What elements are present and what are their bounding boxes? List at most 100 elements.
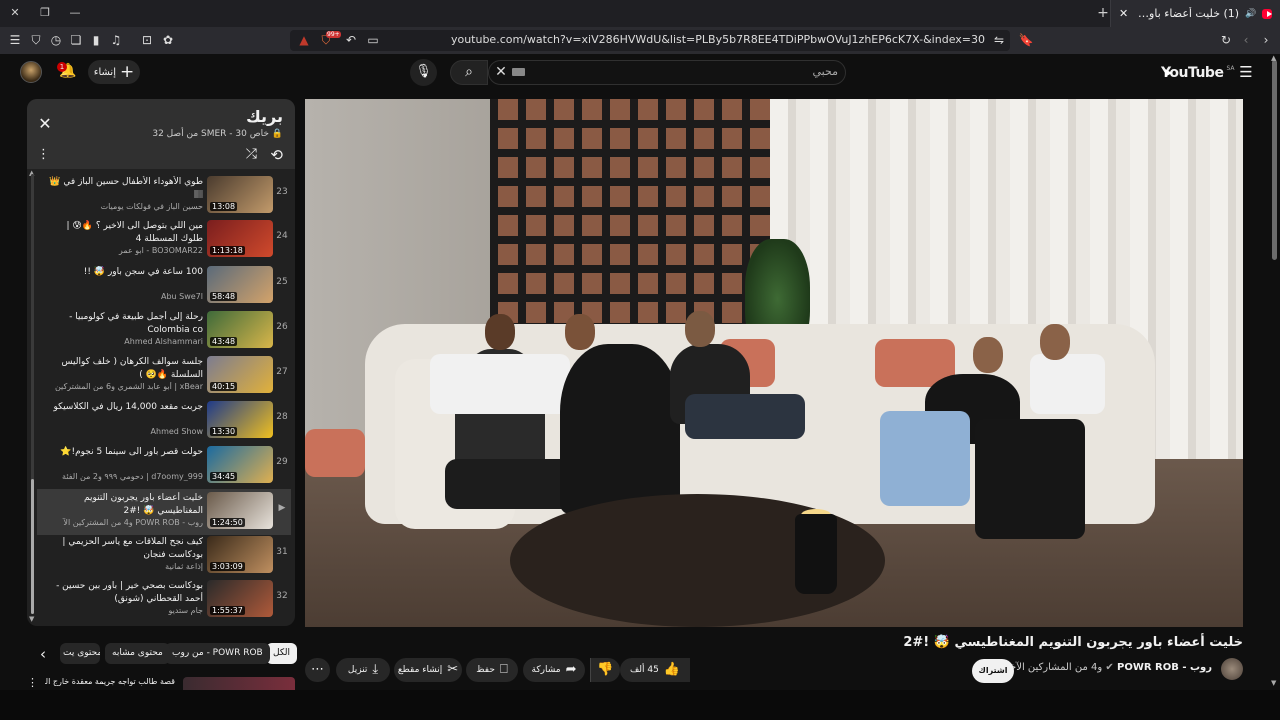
video-player[interactable]: [305, 99, 1243, 627]
dislike-button[interactable]: 👎: [590, 658, 620, 682]
subscribe-button[interactable]: اشتراك: [972, 659, 1014, 683]
playlist-item[interactable]: 29 34:45 حولت قصر باور الى سينما 5 نجوم!⭐ d…: [37, 443, 291, 489]
chip-from-channel[interactable]: من روب - POWR ROB: [165, 643, 270, 664]
account-avatar[interactable]: [20, 61, 42, 83]
playlist-item[interactable]: 28 13:30 جربت مقعد 14,000 ريال في الكلاسيك…: [37, 398, 291, 444]
video-frame-head: [1040, 324, 1070, 360]
audio-icon[interactable]: 🔊: [1245, 9, 1256, 19]
youtube-favicon-icon: [1262, 8, 1272, 19]
playlist-item-channel: روب - POWR ROB و4 من المشتركين الآ: [63, 518, 203, 527]
search-button[interactable]: ⌕: [450, 60, 488, 85]
history-icon[interactable]: ◷: [48, 32, 64, 48]
playlist-item-thumbnail[interactable]: 1:55:37: [207, 580, 273, 617]
page-scrollbar[interactable]: [1272, 60, 1277, 260]
playlist-item[interactable]: 25 58:48 100 ساعة في سجن باور 🤯 !! Abu Swe7…: [37, 263, 291, 309]
loop-icon[interactable]: ⟲: [270, 146, 283, 164]
guide-menu-icon[interactable]: ☰: [1238, 64, 1254, 80]
shuffle-icon[interactable]: ⤮: [246, 146, 257, 162]
bookmark-icon[interactable]: 🔖: [1018, 32, 1034, 48]
playlist-item-thumbnail[interactable]: 34:45: [207, 446, 273, 483]
playlist-scroll-thumb[interactable]: [31, 479, 34, 614]
playlist-item-channel: Ahmed Show: [150, 427, 203, 436]
keyboard-icon[interactable]: [512, 68, 525, 76]
playlist-item-title: 100 ساعة في سجن باور 🤯 !!: [83, 267, 203, 277]
vpn-icon[interactable]: ▲: [296, 32, 312, 48]
playlist-item-thumbnail[interactable]: 43:48: [207, 311, 273, 348]
playlist-item[interactable]: 31 3:03:09 كيف نجح الملاقات مع ياسر الحزيم…: [37, 533, 291, 579]
playlist-item-thumbnail[interactable]: 3:03:09: [207, 536, 273, 573]
menu-icon[interactable]: ☰: [7, 32, 23, 48]
recommendation-more-icon[interactable]: ⋮: [27, 676, 38, 689]
video-frame-jeans: [880, 411, 970, 506]
playlist-item[interactable]: 24 1:13:18 مين اللي بتوصل الى الاخير ؟ 🔥😰 …: [37, 217, 291, 263]
chip-related[interactable]: محتوى مشابه: [105, 643, 170, 664]
scissors-icon: ✂: [447, 662, 459, 677]
playlist-item-thumbnail[interactable]: 1:13:18: [207, 220, 273, 257]
back-icon[interactable]: ‹: [1238, 32, 1254, 48]
youtube-logo[interactable]: YouTube SA: [1158, 63, 1234, 83]
plus-icon: +: [120, 62, 135, 82]
refresh-icon[interactable]: ↻: [1218, 32, 1234, 48]
sidebar-icon[interactable]: ▮: [88, 32, 104, 48]
close-tab-icon[interactable]: ✕: [1119, 7, 1128, 20]
recommendation-title[interactable]: قصة طالب تواجه جريمة معقدة خارج الدولة (: [45, 677, 175, 686]
browser-tab[interactable]: 🔊 (1) خليت أعضاء باور يجربون التنـ ✕: [1110, 0, 1280, 27]
screenshot-icon[interactable]: ⊡: [139, 32, 155, 48]
video-frame-pillow: [305, 429, 365, 477]
more-actions-button[interactable]: ⋯: [305, 658, 330, 682]
playlist-item-channel: جام ستديو: [168, 606, 203, 615]
playlist-item-index: ▶: [278, 503, 286, 513]
playlist-item[interactable]: 32 1:55:37 بودكاست بصحي خير | باور بين حسي…: [37, 577, 291, 623]
download-button[interactable]: ⤓ تنزيل: [336, 658, 390, 682]
page-scroll-down-icon[interactable]: ▼: [1271, 679, 1276, 687]
share-button[interactable]: ➦ مشاركة: [523, 658, 585, 682]
playlist-item-index: 29: [276, 457, 288, 467]
playlist-item-thumbnail[interactable]: 13:08: [207, 176, 273, 213]
save-label: حفظ: [476, 665, 495, 675]
channel-info[interactable]: روب - POWR ROB ✔ و4 من المشاركين الآخرين: [994, 662, 1212, 673]
chip-more[interactable]: محتوى يت: [60, 643, 100, 664]
minimize-window-icon[interactable]: —: [66, 5, 84, 21]
save-button[interactable]: ⎕ حفظ: [466, 658, 518, 682]
playlist-item-title: حولت قصر باور الى سينما 5 نجوم!⭐: [60, 447, 203, 457]
tabs-icon[interactable]: ❏: [68, 32, 84, 48]
playlist-item[interactable]: 23 13:08 طوي الأهوداء الأطفال حسين الباز ف…: [37, 173, 291, 219]
playlist-item-thumbnail[interactable]: 40:15: [207, 356, 273, 393]
extensions-icon[interactable]: ✿: [160, 32, 176, 48]
shield-icon[interactable]: ⛉: [28, 32, 44, 48]
page-scroll-up-icon[interactable]: ▲: [1271, 54, 1276, 62]
browser-tab-bar: ✕ ❐ — + 🔊 (1) خليت أعضاء باور يجربون الت…: [0, 0, 1280, 27]
video-frame-legs: [975, 419, 1085, 539]
voice-search-icon[interactable]: 🎙: [410, 59, 437, 86]
playlist-item[interactable]: 26 43:48 رحلة إلى أجمل طبيعة في كولومبيا -…: [37, 308, 291, 354]
playlist-title[interactable]: بريك: [246, 107, 283, 126]
more-vert-icon[interactable]: ⋮: [37, 147, 50, 163]
channel-avatar[interactable]: [1221, 658, 1243, 680]
playlist-item-channel: حسين الباز في فولكات يوميات: [100, 202, 203, 211]
clip-button[interactable]: ✂ إنشاء مقطع: [394, 658, 462, 682]
like-button[interactable]: 👍 45 ألف: [620, 658, 690, 682]
playlist-item-thumbnail[interactable]: 58:48: [207, 266, 273, 303]
playlist-item-title: جربت مقعد 14,000 ريال في الكلاسيكو: [53, 402, 203, 412]
close-window-icon[interactable]: ✕: [6, 5, 24, 21]
download-label: تنزيل: [347, 665, 368, 675]
search-query: محبي: [812, 65, 838, 78]
create-button[interactable]: + إنشاء: [88, 60, 140, 84]
playlist-item-thumbnail[interactable]: 13:30: [207, 401, 273, 438]
chip-all[interactable]: الكل: [266, 643, 298, 664]
playlist-item[interactable]: 27 40:15 جلسة سوالف الكرهان ( خلف كواليس ا…: [37, 353, 291, 399]
music-icon[interactable]: ♫: [108, 32, 124, 48]
forward-icon[interactable]: ›: [1258, 32, 1274, 48]
recommendation-thumbnail[interactable]: [183, 677, 295, 690]
chevron-left-icon[interactable]: ‹: [35, 645, 51, 663]
playlist-item-channel: Ahmed Alshammari: [124, 337, 203, 346]
scroll-down-icon[interactable]: ▼: [29, 615, 34, 623]
playlist-item-thumbnail[interactable]: 1:24:50: [207, 492, 273, 529]
restore-window-icon[interactable]: ❐: [36, 5, 54, 21]
video-frame-shirt: [1030, 354, 1105, 414]
clear-search-icon[interactable]: ✕: [492, 63, 510, 81]
create-label: إنشاء: [93, 66, 116, 78]
playlist-item[interactable]: ▶ 1:24:50 خليت أعضاء باور يجربون التنويم ا…: [37, 489, 291, 535]
site-settings-icon[interactable]: ⇋: [991, 32, 1007, 48]
close-playlist-icon[interactable]: ✕: [37, 116, 53, 132]
